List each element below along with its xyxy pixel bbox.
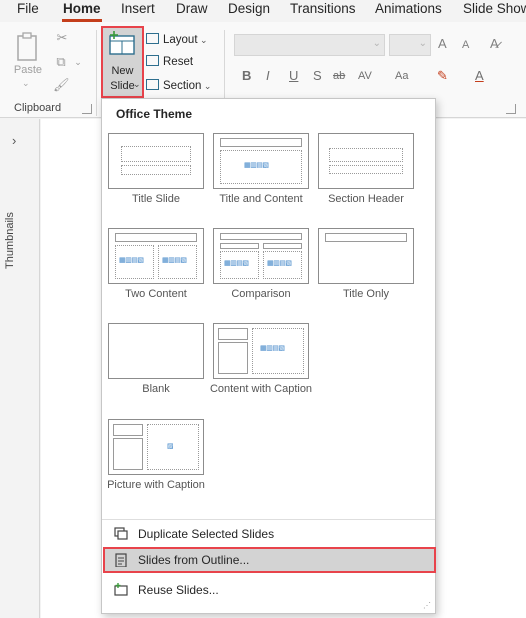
- section-icon: [146, 79, 159, 90]
- menu-item-label: Slides from Outline...: [138, 553, 250, 567]
- thumbnails-pane: › Thumbnails: [0, 119, 40, 618]
- section-button[interactable]: Section ⌄: [146, 77, 211, 95]
- content-placeholder-icon: ▦▥▤▧: [224, 260, 249, 267]
- resize-grip-icon[interactable]: ⋰: [423, 601, 431, 610]
- layout-caption: Two Content: [125, 288, 187, 300]
- chevron-down-icon: ⌄: [133, 79, 141, 89]
- clear-formatting-icon[interactable]: A̷: [490, 36, 499, 51]
- layout-caption: Section Header: [328, 193, 404, 205]
- outline-document-icon: [115, 553, 127, 567]
- tab-design[interactable]: Design: [228, 1, 270, 16]
- layout-thumbnail: ▦▥▤▧: [213, 133, 309, 189]
- tab-file[interactable]: File: [17, 1, 39, 16]
- font-name-box[interactable]: ⌄: [234, 34, 385, 56]
- text-shadow-button[interactable]: S: [313, 68, 322, 83]
- reset-button[interactable]: Reset: [146, 53, 193, 71]
- chevron-down-icon: ⌄: [197, 35, 208, 45]
- tab-home[interactable]: Home: [63, 1, 101, 16]
- layout-thumbnail: [318, 133, 414, 189]
- grow-font-button[interactable]: A: [438, 36, 447, 51]
- layout-thumbnail: [108, 133, 204, 189]
- layout-label: Layout: [163, 34, 198, 46]
- paste-button[interactable]: Paste ⌄: [8, 30, 48, 100]
- layout-thumbnail: ▦▥▤▧ ▦▥▤▧: [213, 228, 309, 284]
- clipboard-icon: [17, 32, 37, 61]
- chevron-down-icon: ⌄: [22, 78, 30, 88]
- clipboard-dialog-launcher[interactable]: [82, 104, 92, 114]
- ribbon-tabs: File Home Insert Draw Design Transitions…: [0, 0, 526, 22]
- thumbnails-label[interactable]: Thumbnails: [4, 212, 16, 269]
- bold-button[interactable]: B: [242, 68, 251, 83]
- content-placeholder-icon: ▦▥▤▧: [244, 162, 269, 169]
- menu-item-label: Reuse Slides...: [138, 583, 219, 597]
- content-placeholder-icon: ▦▥▤▧: [267, 260, 292, 267]
- tab-insert[interactable]: Insert: [121, 1, 155, 16]
- picture-placeholder-icon: ▨: [167, 443, 174, 450]
- section-label: Section: [163, 80, 202, 92]
- layout-thumbnail: ▦▥▤▧: [213, 323, 309, 379]
- content-placeholder-icon: ▦▥▤▧: [260, 345, 285, 352]
- font-color-icon[interactable]: A: [475, 68, 484, 83]
- change-case-button[interactable]: Aa: [395, 70, 408, 82]
- new-slide-dropdown: Office Theme Title Slide ▦▥▤▧ Title and …: [101, 98, 436, 614]
- cut-icon[interactable]: ✂: [54, 30, 70, 46]
- group-divider: [96, 30, 97, 116]
- reset-icon: [146, 55, 159, 66]
- menu-item-label: Duplicate Selected Slides: [138, 527, 275, 541]
- layout-caption: Comparison: [231, 288, 291, 300]
- expand-thumbnails-icon[interactable]: ›: [12, 133, 16, 148]
- format-painter-icon[interactable]: 🖌: [53, 77, 70, 93]
- font-size-box[interactable]: ⌄: [389, 34, 431, 56]
- layout-caption: Title Slide: [132, 193, 180, 205]
- reuse-slides-icon: [114, 583, 128, 596]
- layout-caption: Title Only: [342, 288, 390, 300]
- content-placeholder-icon: ▦▥▤▧: [162, 257, 187, 264]
- underline-button[interactable]: U: [289, 68, 298, 83]
- menu-divider: [102, 519, 435, 520]
- duplicate-slides-icon: [114, 527, 128, 540]
- font-dialog-launcher[interactable]: [506, 104, 516, 114]
- tab-slide-show[interactable]: Slide Show: [463, 1, 526, 16]
- slides-from-outline-item[interactable]: Slides from Outline...: [103, 547, 436, 573]
- character-spacing-button[interactable]: AV: [358, 70, 372, 82]
- chevron-down-icon: ⌄: [201, 81, 212, 91]
- layout-caption: Content with Caption: [209, 383, 313, 395]
- clipboard-group-label: Clipboard: [14, 102, 62, 114]
- layout-thumbnail: ▦▥▤▧ ▦▥▤▧: [108, 228, 204, 284]
- layout-icon: [146, 33, 159, 44]
- paste-label: Paste: [13, 64, 43, 76]
- new-slide-button[interactable]: New Slide ⌄: [101, 26, 144, 98]
- content-placeholder-icon: ▦▥▤▧: [119, 257, 144, 264]
- shrink-font-button[interactable]: A: [462, 39, 469, 51]
- reset-label: Reset: [163, 56, 194, 68]
- strikethrough-button[interactable]: ab: [333, 70, 345, 82]
- layout-thumbnail: [108, 323, 204, 379]
- new-slide-label-line1: New: [111, 65, 134, 77]
- layout-caption: Picture with Caption: [107, 479, 205, 491]
- italic-button[interactable]: I: [266, 68, 270, 83]
- tab-transitions[interactable]: Transitions: [290, 1, 356, 16]
- reuse-slides-item[interactable]: Reuse Slides...: [106, 577, 431, 603]
- chevron-down-icon: ⌄: [418, 38, 427, 49]
- chevron-down-icon[interactable]: ⌄: [70, 54, 86, 70]
- copy-icon[interactable]: ⧉: [53, 54, 69, 70]
- menu-section-title: Office Theme: [116, 107, 193, 121]
- layout-button[interactable]: Layout ⌄: [146, 31, 208, 49]
- highlight-color-icon[interactable]: ✎: [437, 68, 448, 84]
- tab-draw[interactable]: Draw: [176, 1, 208, 16]
- duplicate-selected-slides-item[interactable]: Duplicate Selected Slides: [106, 521, 431, 547]
- chevron-down-icon: ⌄: [372, 38, 381, 49]
- layout-thumbnail: [318, 228, 414, 284]
- layout-caption: Blank: [142, 383, 170, 395]
- layout-thumbnail: ▨: [108, 419, 204, 475]
- tab-animations[interactable]: Animations: [375, 1, 442, 16]
- new-slide-icon: [109, 31, 135, 55]
- layout-caption: Title and Content: [219, 193, 303, 205]
